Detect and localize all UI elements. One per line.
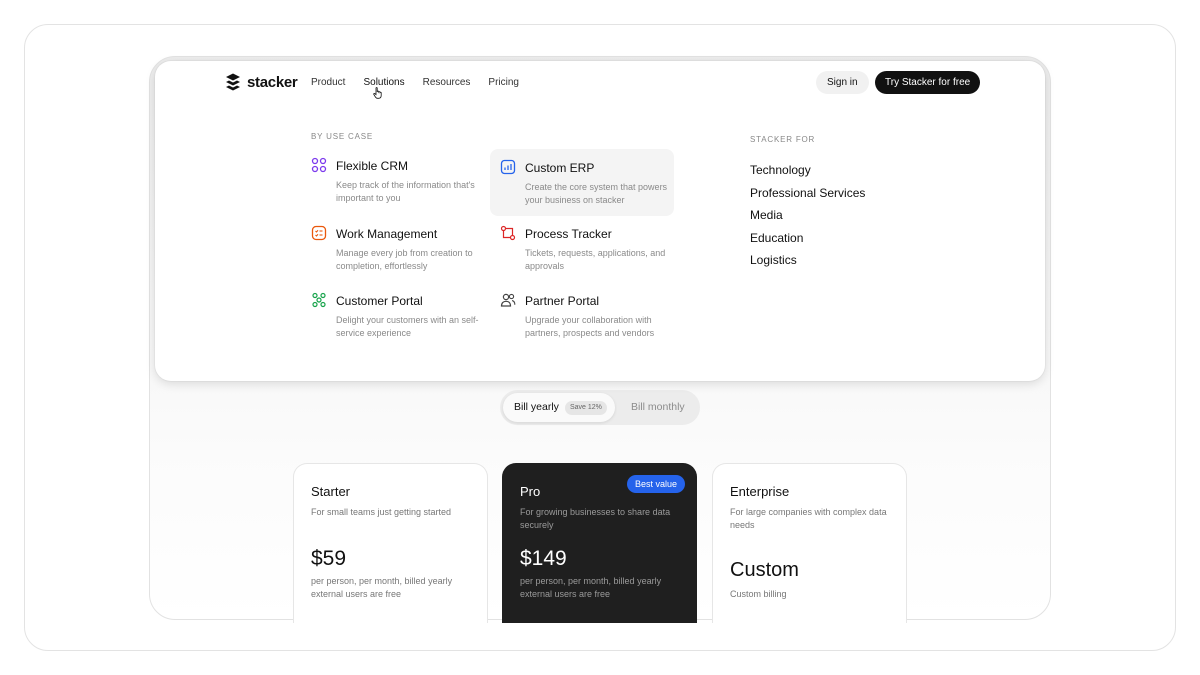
bill-monthly-option[interactable]: Bill monthly bbox=[631, 401, 685, 413]
solutions-dropdown: stacker Product Solutions Resources Pric… bbox=[155, 61, 1045, 381]
plan-price: $149 bbox=[520, 547, 567, 570]
plan-price: $59 bbox=[311, 547, 347, 570]
use-case-label: BY USE CASE bbox=[311, 132, 374, 141]
nav-link-product[interactable]: Product bbox=[311, 77, 345, 88]
stacker-for-label: STACKER FOR bbox=[750, 135, 816, 144]
stacker-for-item-technology[interactable]: Technology bbox=[750, 161, 865, 184]
try-free-button[interactable]: Try Stacker for free bbox=[875, 71, 981, 94]
menu-item-customer-portal[interactable]: Customer Portal Delight your customers w… bbox=[311, 282, 495, 349]
bill-yearly-label: Bill yearly bbox=[514, 401, 559, 413]
menu-item-title: Partner Portal bbox=[525, 294, 600, 308]
billing-toggle[interactable]: Bill yearly Save 12% Bill monthly bbox=[500, 390, 700, 425]
menu-item-title: Process Tracker bbox=[525, 227, 612, 241]
menu-item-desc: Delight your customers with an self-serv… bbox=[336, 315, 479, 338]
network-icon bbox=[312, 292, 326, 308]
plan-name: Pro bbox=[520, 484, 541, 499]
top-nav: stacker Product Solutions Resources Pric… bbox=[155, 61, 1045, 105]
plan-card-starter: Starter For small teams just getting sta… bbox=[293, 463, 488, 623]
plan-card-enterprise: Enterprise For large companies with comp… bbox=[712, 463, 907, 623]
menu-item-custom-erp[interactable]: Custom ERP Create the core system that p… bbox=[490, 149, 674, 216]
menu-item-desc: Upgrade your collaboration with partners… bbox=[525, 315, 655, 338]
checklist-icon bbox=[311, 225, 327, 241]
menu-item-desc: Keep track of the information that's imp… bbox=[336, 180, 475, 203]
grid-icon bbox=[311, 157, 327, 173]
stacker-for-item-education[interactable]: Education bbox=[750, 229, 865, 252]
plan-note: Custom billing bbox=[730, 589, 787, 599]
chart-icon bbox=[500, 159, 516, 175]
hand-cursor-icon bbox=[373, 87, 382, 99]
plan-name: Starter bbox=[311, 484, 351, 499]
plan-card-pro: Pro Best value For growing businesses to… bbox=[502, 463, 697, 623]
logo[interactable]: stacker bbox=[225, 73, 298, 91]
bill-yearly-option[interactable]: Bill yearly Save 12% bbox=[503, 393, 615, 422]
plan-price: Custom bbox=[730, 559, 799, 581]
stacker-logo-icon bbox=[226, 73, 240, 91]
flow-icon bbox=[500, 225, 516, 241]
plan-note: per person, per month, billed yearly ext… bbox=[311, 576, 453, 599]
menu-item-desc: Manage every job from creation to comple… bbox=[336, 248, 473, 271]
menu-item-desc: Create the core system that powers your … bbox=[525, 182, 668, 205]
menu-item-title: Flexible CRM bbox=[336, 159, 409, 173]
menu-item-flexible-crm[interactable]: Flexible CRM Keep track of the informati… bbox=[311, 147, 495, 214]
stacker-for-item-media[interactable]: Media bbox=[750, 206, 865, 229]
save-badge: Save 12% bbox=[565, 401, 607, 415]
stacker-for-item-professional-services[interactable]: Professional Services bbox=[750, 184, 865, 207]
plan-name: Enterprise bbox=[730, 484, 790, 499]
menu-item-work-management[interactable]: Work Management Manage every job from cr… bbox=[311, 215, 495, 282]
plan-note: per person, per month, billed yearly ext… bbox=[520, 576, 662, 599]
sign-in-button[interactable]: Sign in bbox=[816, 71, 869, 94]
menu-item-title: Customer Portal bbox=[336, 294, 423, 308]
logo-text: stacker bbox=[247, 73, 298, 91]
stacker-for-list: Technology Professional Services Media E… bbox=[750, 161, 865, 274]
nav-link-pricing[interactable]: Pricing bbox=[488, 77, 519, 88]
menu-item-process-tracker[interactable]: Process Tracker Tickets, requests, appli… bbox=[500, 215, 684, 282]
stacker-for-item-logistics[interactable]: Logistics bbox=[750, 251, 865, 274]
nav-link-resources[interactable]: Resources bbox=[423, 77, 471, 88]
best-value-badge: Best value bbox=[627, 475, 686, 493]
menu-item-title: Custom ERP bbox=[525, 161, 595, 175]
nav-links: Product Solutions Resources Pricing bbox=[311, 77, 537, 88]
menu-item-desc: Tickets, requests, applications, and app… bbox=[525, 248, 666, 271]
plan-desc: For growing businesses to share data sec… bbox=[520, 507, 671, 530]
plan-desc: For small teams just getting started bbox=[311, 507, 452, 517]
menu-item-title: Work Management bbox=[336, 227, 438, 241]
plan-desc: For large companies with complex data ne… bbox=[730, 507, 887, 530]
users-icon bbox=[500, 293, 516, 307]
menu-item-partner-portal[interactable]: Partner Portal Upgrade your collaboratio… bbox=[500, 282, 684, 349]
nav-link-solutions[interactable]: Solutions bbox=[363, 77, 404, 88]
